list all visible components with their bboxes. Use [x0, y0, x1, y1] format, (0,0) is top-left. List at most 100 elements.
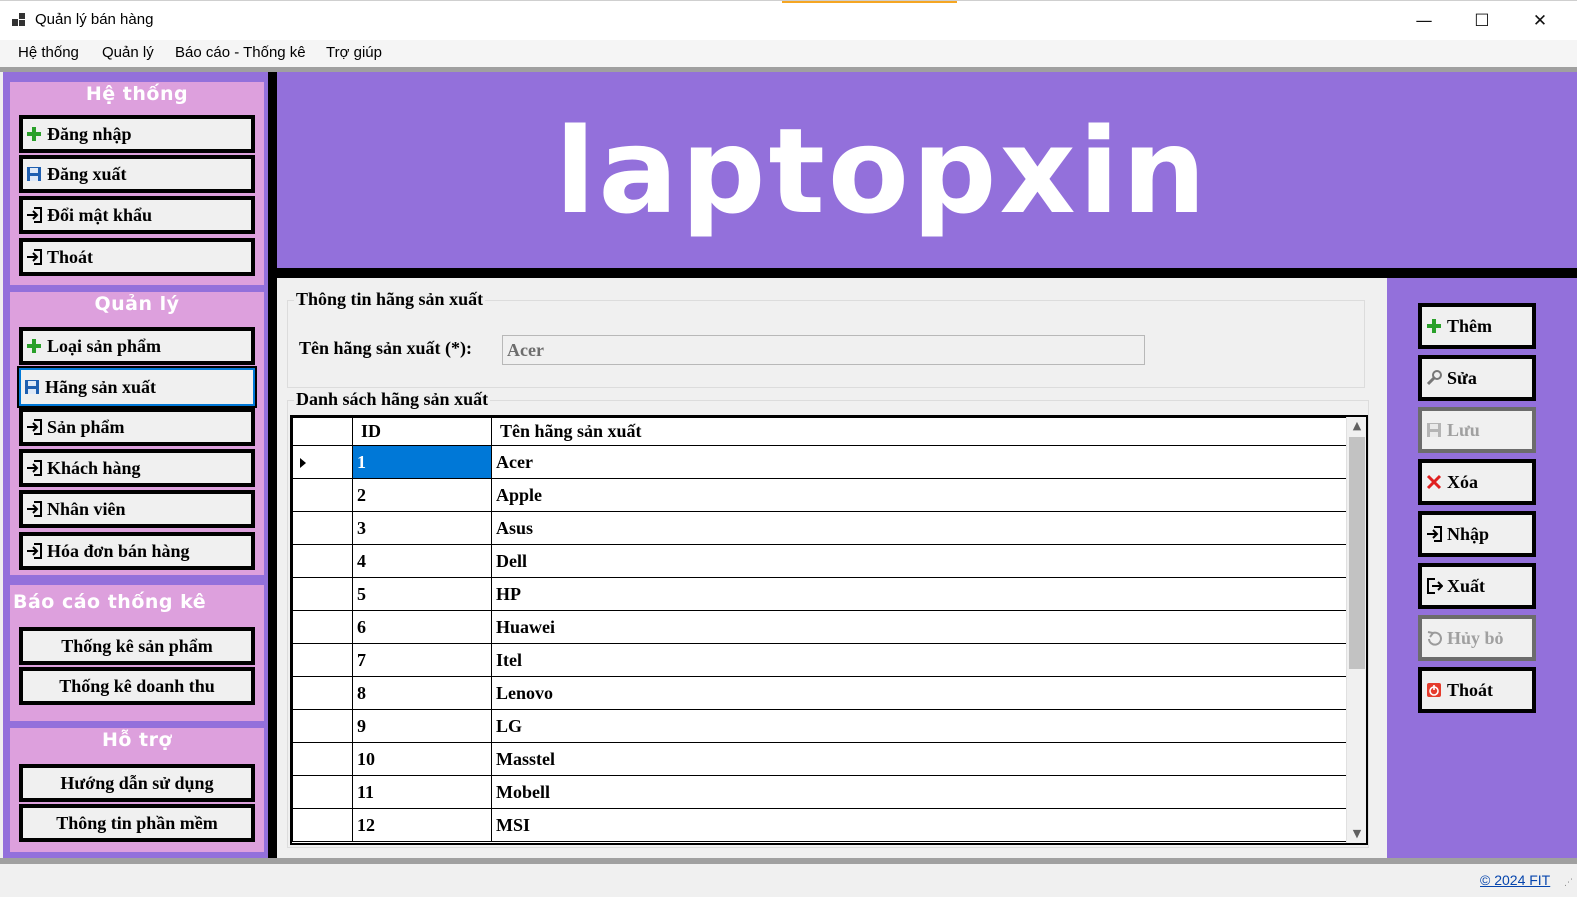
table-row[interactable]: 4 Dell [292, 544, 1347, 578]
row-header[interactable] [292, 478, 353, 512]
nav-thong-tin-phan-mem-button[interactable]: Thông tin phần mềm [19, 804, 255, 842]
nhap-button[interactable]: Nhập [1418, 511, 1536, 557]
nav-thong-ke-doanh-thu-button[interactable]: Thống kê doanh thu [19, 667, 255, 705]
nav-nhan-vien-button[interactable]: Nhân viên [19, 490, 255, 528]
row-header[interactable] [292, 511, 353, 545]
copyright-link[interactable]: © 2024 FIT [1480, 872, 1550, 888]
row-header[interactable] [292, 544, 353, 578]
row-header[interactable] [292, 445, 353, 479]
menu-he-thong[interactable]: Hệ thống [18, 44, 79, 61]
save-icon [23, 378, 41, 396]
close-button[interactable]: ✕ [1511, 1, 1569, 41]
row-header[interactable] [292, 610, 353, 644]
power-icon [1425, 681, 1443, 699]
wrench-icon [1425, 369, 1443, 387]
thoat-button[interactable]: Thoát [1418, 667, 1536, 713]
cell-id[interactable]: 5 [352, 577, 492, 611]
group-title-quan-ly: Quản lý [94, 293, 180, 315]
table-row[interactable]: 8 Lenovo [292, 676, 1347, 710]
nav-hoa-don-ban-hang-button[interactable]: Hóa đơn bán hàng [19, 532, 255, 570]
cell-name[interactable]: Mobell [491, 775, 1347, 809]
manufacturer-grid[interactable]: ID Tên hãng sản xuất 1 Acer 2 Apple 3 Asus 4 De… [290, 415, 1368, 845]
cell-name[interactable]: Huawei [491, 610, 1347, 644]
nav-huong-dan-su-dung-button[interactable]: Hướng dẫn sử dụng [19, 764, 255, 802]
table-row[interactable]: 10 Masstel [292, 742, 1347, 776]
nav-dang-xuat-button[interactable]: Đăng xuất [19, 155, 255, 193]
cell-name[interactable]: Itel [491, 643, 1347, 677]
table-row[interactable]: 12 MSI [292, 808, 1347, 842]
cell-id[interactable]: 1 [352, 445, 492, 479]
scroll-up-icon[interactable]: ▲ [1347, 417, 1366, 435]
luu-button[interactable]: Lưu [1418, 407, 1536, 453]
cell-id[interactable]: 8 [352, 676, 492, 710]
nav-san-pham-button[interactable]: Sản phẩm [19, 408, 255, 446]
row-header[interactable] [292, 676, 353, 710]
maximize-button[interactable]: ☐ [1453, 1, 1511, 41]
table-row[interactable]: 9 LG [292, 709, 1347, 743]
nav-doi-mat-khau-button[interactable]: Đổi mật khẩu [19, 196, 255, 234]
info-legend: Thông tin hãng sản xuất [294, 289, 486, 310]
nav-khach-hang-button[interactable]: Khách hàng [19, 449, 255, 487]
nav-label: Thống kê sản phẩm [61, 635, 213, 656]
name-input[interactable]: Acer [502, 335, 1145, 365]
cell-id[interactable]: 2 [352, 478, 492, 512]
menu-quan-ly[interactable]: Quản lý [102, 44, 154, 61]
cell-name[interactable]: Asus [491, 511, 1347, 545]
nav-thong-ke-san-pham-button[interactable]: Thống kê sản phẩm [19, 627, 255, 665]
nav-thoat-button[interactable]: Thoát [19, 238, 255, 276]
xuat-button[interactable]: Xuất [1418, 563, 1536, 609]
cell-name[interactable]: Acer [491, 445, 1347, 479]
scroll-thumb[interactable] [1349, 437, 1365, 669]
delete-icon [1425, 473, 1443, 491]
table-row[interactable]: 1 Acer [292, 445, 1347, 479]
row-header[interactable] [292, 577, 353, 611]
nav-dang-nhap-button[interactable]: Đăng nhập [19, 115, 255, 153]
minimize-button[interactable]: — [1395, 1, 1453, 41]
row-header[interactable] [292, 775, 353, 809]
cell-id[interactable]: 11 [352, 775, 492, 809]
cell-name[interactable]: Apple [491, 478, 1347, 512]
column-header-id[interactable]: ID [352, 417, 492, 446]
resize-grip-icon[interactable]: ⋰ [1564, 878, 1573, 888]
group-title-bao-cao: Báo cáo thống kê [13, 591, 207, 613]
table-row[interactable]: 5 HP [292, 577, 1347, 611]
table-row[interactable]: 2 Apple [292, 478, 1347, 512]
cell-id[interactable]: 6 [352, 610, 492, 644]
cell-id[interactable]: 9 [352, 709, 492, 743]
cell-id[interactable]: 10 [352, 742, 492, 776]
cell-id[interactable]: 12 [352, 808, 492, 842]
row-header[interactable] [292, 808, 353, 842]
cell-id[interactable]: 3 [352, 511, 492, 545]
xoa-button[interactable]: Xóa [1418, 459, 1536, 505]
cell-name[interactable]: Masstel [491, 742, 1347, 776]
table-row[interactable]: 6 Huawei [292, 610, 1347, 644]
cell-name[interactable]: Lenovo [491, 676, 1347, 710]
nav-label: Thông tin phần mềm [56, 812, 218, 833]
row-header[interactable] [292, 742, 353, 776]
menu-tro-giup[interactable]: Trợ giúp [326, 44, 382, 61]
import-icon [1425, 525, 1443, 543]
cell-name[interactable]: HP [491, 577, 1347, 611]
table-row[interactable]: 7 Itel [292, 643, 1347, 677]
table-row[interactable]: 11 Mobell [292, 775, 1347, 809]
table-row[interactable]: 3 Asus [292, 511, 1347, 545]
row-header[interactable] [292, 709, 353, 743]
cell-id[interactable]: 7 [352, 643, 492, 677]
them-button[interactable]: Thêm [1418, 303, 1536, 349]
cell-name[interactable]: LG [491, 709, 1347, 743]
sua-button[interactable]: Sửa [1418, 355, 1536, 401]
cell-name[interactable]: Dell [491, 544, 1347, 578]
grid-scrollbar[interactable]: ▲ ▼ [1346, 417, 1366, 843]
nav-label: Đăng xuất [47, 163, 127, 184]
plus-icon [25, 125, 43, 143]
cell-id[interactable]: 4 [352, 544, 492, 578]
scroll-down-icon[interactable]: ▼ [1347, 825, 1366, 843]
row-header[interactable] [292, 643, 353, 677]
nav-loai-san-pham-button[interactable]: Loại sản phẩm [19, 327, 255, 365]
sidebar-divider [268, 72, 277, 858]
huy-bo-button[interactable]: Hủy bỏ [1418, 615, 1536, 661]
nav-hang-san-xuat-button[interactable]: Hãng sản xuất [17, 366, 257, 408]
menu-bao-cao[interactable]: Báo cáo - Thống kê [175, 44, 306, 61]
cell-name[interactable]: MSI [491, 808, 1347, 842]
column-header-name[interactable]: Tên hãng sản xuất [491, 417, 1347, 446]
